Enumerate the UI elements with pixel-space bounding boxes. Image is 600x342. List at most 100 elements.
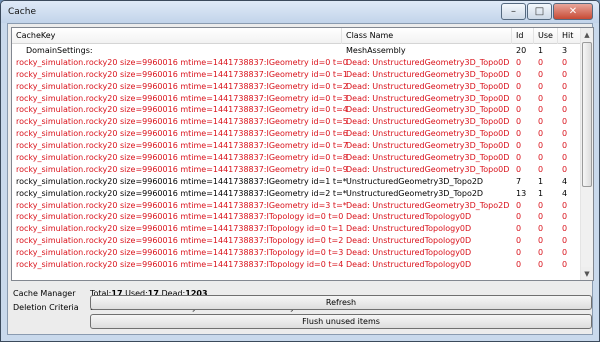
table-row[interactable]: rocky_simulation.rocky20 size=9960016 mt… bbox=[12, 247, 582, 259]
use-cell: 0 bbox=[538, 93, 544, 103]
scroll-up-arrow-icon[interactable]: ▲ bbox=[581, 28, 593, 41]
window-controls: – □ ✕ bbox=[501, 3, 593, 20]
flush-unused-items-button[interactable]: Flush unused items bbox=[90, 314, 592, 329]
class-name-cell: UnstructuredGeometry3D_Topo2D bbox=[346, 176, 484, 186]
class-name-cell: Dead: UnstructuredGeometry3D_Topo0D bbox=[346, 93, 510, 103]
class-name-cell: MeshAssembly bbox=[346, 46, 406, 55]
id-cell: 0 bbox=[516, 248, 522, 258]
table-row[interactable]: rocky_simulation.rocky20 size=9960016 mt… bbox=[12, 223, 582, 235]
cache-key-cell: rocky_simulation.rocky20 size=9960016 mt… bbox=[16, 129, 348, 139]
title-bar[interactable]: Cache – □ ✕ bbox=[1, 1, 599, 23]
id-cell: 0 bbox=[516, 117, 522, 127]
table-row[interactable]: rocky_simulation.rocky20 size=9960016 mt… bbox=[12, 211, 582, 223]
window-client: CacheKey Class Name Id Use Hit DomainSet… bbox=[7, 23, 594, 335]
table-row[interactable]: rocky_simulation.rocky20 size=9960016 mt… bbox=[12, 200, 582, 212]
id-cell: 0 bbox=[516, 260, 522, 270]
class-name-cell: Dead: UnstructuredGeometry3D_Topo0D bbox=[346, 105, 510, 115]
use-cell: 0 bbox=[538, 69, 544, 79]
cache-key-cell: rocky_simulation.rocky20 size=9960016 mt… bbox=[16, 141, 348, 151]
class-name-cell: Dead: UnstructuredGeometry3D_Topo0D bbox=[346, 57, 510, 67]
table-row[interactable]: rocky_simulation.rocky20 size=9960016 mt… bbox=[12, 81, 582, 93]
table-row[interactable]: rocky_simulation.rocky20 size=9960016 mt… bbox=[12, 104, 582, 116]
hit-cell: 0 bbox=[562, 236, 568, 246]
id-cell: 0 bbox=[516, 200, 522, 210]
hit-cell: 0 bbox=[562, 93, 568, 103]
use-cell: 0 bbox=[538, 105, 544, 115]
hit-cell: 0 bbox=[562, 224, 568, 234]
table-row[interactable]: rocky_simulation.rocky20 size=9960016 mt… bbox=[12, 164, 582, 176]
id-cell: 0 bbox=[516, 164, 522, 174]
cache-key-cell: DomainSettings: bbox=[26, 46, 93, 55]
cache-key-cell: rocky_simulation.rocky20 size=9960016 mt… bbox=[16, 117, 348, 127]
class-name-cell: Dead: UnstructuredGeometry3D_Topo0D bbox=[346, 141, 510, 151]
use-cell: 0 bbox=[538, 224, 544, 234]
cache-key-cell: rocky_simulation.rocky20 size=9960016 mt… bbox=[16, 212, 344, 222]
cache-window: Cache – □ ✕ CacheKey Class Name Id Use H… bbox=[0, 0, 600, 342]
scroll-thumb[interactable] bbox=[582, 42, 592, 187]
class-name-cell: Dead: UnstructuredTopology0D bbox=[346, 224, 472, 234]
close-button[interactable]: ✕ bbox=[553, 3, 593, 20]
table-row[interactable]: rocky_simulation.rocky20 size=9960016 mt… bbox=[12, 176, 582, 188]
table-body: DomainSettings: MeshAssembly 20 1 3 rocky_sim… bbox=[12, 45, 582, 271]
id-cell: 0 bbox=[516, 69, 522, 79]
table-row[interactable]: rocky_simulation.rocky20 size=9960016 mt… bbox=[12, 57, 582, 69]
scroll-down-arrow-icon[interactable]: ▼ bbox=[581, 267, 593, 280]
deletion-criteria-label: Deletion Criteria bbox=[13, 303, 79, 312]
hit-cell: 0 bbox=[562, 129, 568, 139]
id-cell: 0 bbox=[516, 141, 522, 151]
vertical-scrollbar[interactable]: ▲ ▼ bbox=[580, 28, 593, 280]
hit-cell: 0 bbox=[562, 248, 568, 258]
use-cell: 0 bbox=[538, 200, 544, 210]
cache-key-cell: rocky_simulation.rocky20 size=9960016 mt… bbox=[16, 260, 344, 270]
table-header: CacheKey Class Name Id Use Hit bbox=[12, 28, 582, 44]
use-cell: 0 bbox=[538, 164, 544, 174]
table-row[interactable]: rocky_simulation.rocky20 size=9960016 mt… bbox=[12, 188, 582, 200]
use-cell: 1 bbox=[538, 188, 544, 198]
cache-key-cell: rocky_simulation.rocky20 size=9960016 mt… bbox=[16, 105, 348, 115]
table-row[interactable]: rocky_simulation.rocky20 size=9960016 mt… bbox=[12, 93, 582, 105]
use-cell: 0 bbox=[538, 236, 544, 246]
maximize-button[interactable]: □ bbox=[527, 3, 552, 20]
column-header-hit[interactable]: Hit bbox=[558, 28, 582, 44]
use-cell: 0 bbox=[538, 57, 544, 67]
id-cell: 13 bbox=[516, 188, 527, 198]
column-header-id[interactable]: Id bbox=[512, 28, 534, 44]
column-header-cachekey[interactable]: CacheKey bbox=[12, 28, 342, 44]
column-header-class-name[interactable]: Class Name bbox=[342, 28, 512, 44]
hit-cell: 0 bbox=[562, 105, 568, 115]
hit-cell: 0 bbox=[562, 164, 568, 174]
table-row[interactable]: rocky_simulation.rocky20 size=9960016 mt… bbox=[12, 152, 582, 164]
id-cell: 0 bbox=[516, 212, 522, 222]
class-name-cell: Dead: UnstructuredGeometry3D_Topo2D bbox=[346, 200, 510, 210]
id-cell: 0 bbox=[516, 93, 522, 103]
cache-key-cell: rocky_simulation.rocky20 size=9960016 mt… bbox=[16, 153, 348, 163]
use-cell: 0 bbox=[538, 141, 544, 151]
id-cell: 0 bbox=[516, 236, 522, 246]
cache-key-cell: rocky_simulation.rocky20 size=9960016 mt… bbox=[16, 164, 348, 174]
class-name-cell: Dead: UnstructuredTopology0D bbox=[346, 260, 472, 270]
table-row[interactable]: rocky_simulation.rocky20 size=9960016 mt… bbox=[12, 259, 582, 271]
table-row[interactable]: rocky_simulation.rocky20 size=9960016 mt… bbox=[12, 128, 582, 140]
use-cell: 0 bbox=[538, 117, 544, 127]
minimize-button[interactable]: – bbox=[501, 3, 526, 20]
cache-key-cell: rocky_simulation.rocky20 size=9960016 mt… bbox=[16, 81, 348, 91]
table-row[interactable]: DomainSettings: MeshAssembly 20 1 3 bbox=[12, 45, 582, 57]
class-name-cell: UnstructuredGeometry3D_Topo2D bbox=[346, 188, 484, 198]
hit-cell: 0 bbox=[562, 200, 568, 210]
table-row[interactable]: rocky_simulation.rocky20 size=9960016 mt… bbox=[12, 69, 582, 81]
cache-table[interactable]: CacheKey Class Name Id Use Hit DomainSet… bbox=[11, 27, 594, 281]
table-row[interactable]: rocky_simulation.rocky20 size=9960016 mt… bbox=[12, 235, 582, 247]
column-header-use[interactable]: Use bbox=[534, 28, 558, 44]
hit-cell: 4 bbox=[562, 176, 568, 186]
refresh-button[interactable]: Refresh bbox=[90, 295, 592, 310]
use-cell: 0 bbox=[538, 153, 544, 163]
hit-cell: 0 bbox=[562, 153, 568, 163]
table-row[interactable]: rocky_simulation.rocky20 size=9960016 mt… bbox=[12, 140, 582, 152]
use-cell: 1 bbox=[538, 46, 544, 55]
class-name-cell: Dead: UnstructuredTopology0D bbox=[346, 212, 472, 222]
id-cell: 0 bbox=[516, 129, 522, 139]
use-cell: 0 bbox=[538, 81, 544, 91]
hit-cell: 0 bbox=[562, 117, 568, 127]
cache-manager-label: Cache Manager bbox=[13, 289, 76, 298]
table-row[interactable]: rocky_simulation.rocky20 size=9960016 mt… bbox=[12, 116, 582, 128]
